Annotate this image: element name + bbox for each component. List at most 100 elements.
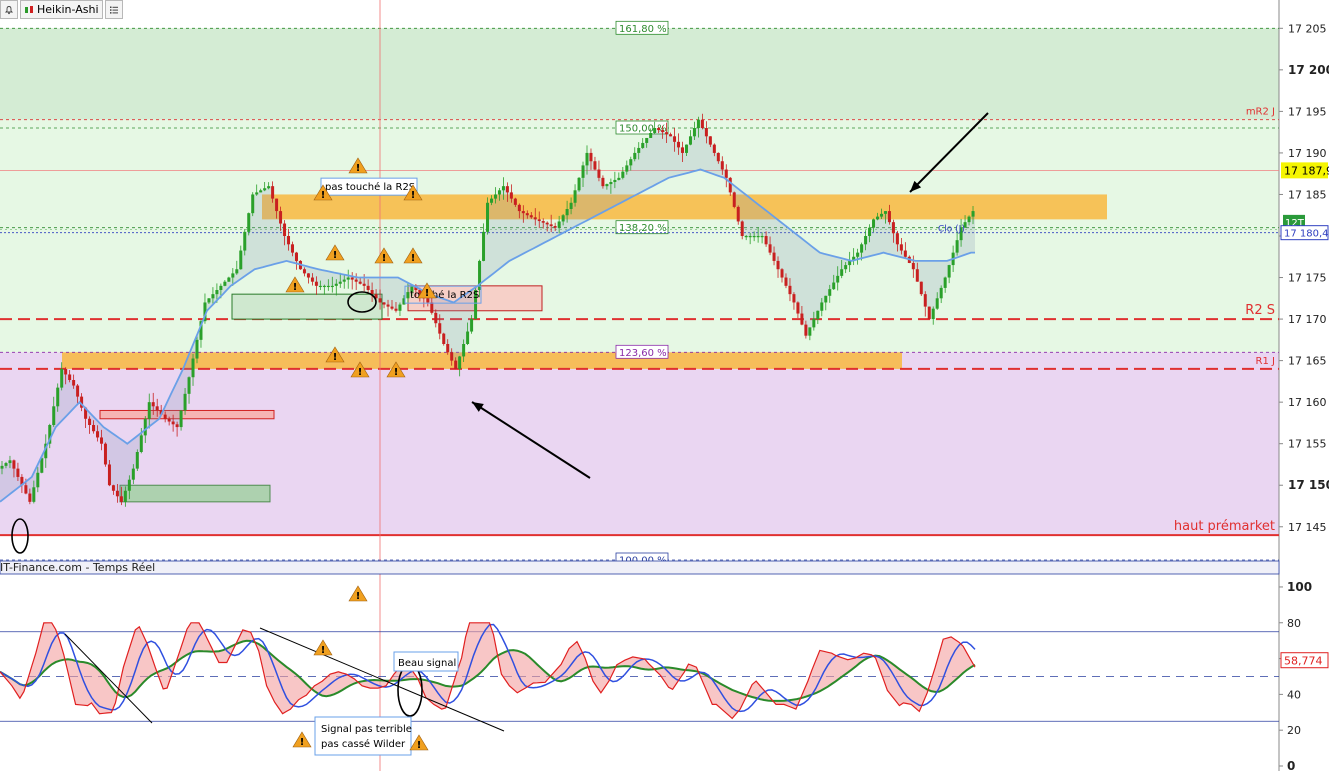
zone-rect-green	[231, 293, 383, 320]
candle-body	[438, 323, 442, 334]
osc-tick-label: 80	[1287, 617, 1301, 630]
candle-body	[442, 333, 446, 344]
candle-body	[720, 161, 724, 170]
candle-body	[227, 277, 231, 282]
chart-type-button[interactable]: Heikin-Ashi	[20, 0, 103, 19]
candle-body	[915, 269, 919, 282]
candle-body	[163, 414, 167, 419]
fib-label: 138,20 %	[619, 223, 667, 234]
zone-upper	[0, 28, 1279, 120]
candle-body	[800, 313, 804, 325]
candle-body	[529, 215, 533, 218]
candle-body	[386, 304, 390, 307]
candle-body	[585, 152, 589, 166]
candle-body	[318, 285, 322, 288]
annotation-text: pas touché la R2S	[325, 181, 415, 193]
candle-body	[123, 490, 127, 502]
candle-body	[891, 222, 895, 234]
candle-body	[171, 421, 175, 425]
candle-body	[4, 463, 8, 466]
y-tick-label: 17 150	[1288, 478, 1329, 492]
y-tick-label: 17 165	[1288, 355, 1327, 368]
candle-body	[653, 128, 657, 133]
candle-body	[103, 443, 107, 465]
candle-body	[569, 202, 573, 209]
candle-body	[68, 374, 72, 380]
candle-body	[744, 236, 748, 238]
candle-body	[816, 310, 820, 320]
candle-body	[350, 277, 354, 280]
candle-body	[330, 285, 334, 288]
candle-body	[784, 277, 788, 286]
candle-icon	[25, 5, 33, 13]
candle-body	[302, 269, 306, 274]
candle-body	[887, 211, 891, 223]
candle-body	[430, 302, 434, 313]
candle-body	[776, 260, 780, 270]
warning-mark: !	[321, 190, 326, 201]
candle-body	[96, 431, 100, 438]
y-tick-label: 17 185	[1288, 188, 1327, 201]
osc-tick-label: 100	[1287, 580, 1312, 594]
candle-body	[151, 402, 155, 407]
candle-body	[856, 252, 860, 257]
candle-body	[947, 265, 951, 278]
candle-body	[716, 152, 720, 162]
candle-body	[832, 282, 836, 290]
candle-body	[796, 302, 800, 314]
candle-body	[16, 468, 20, 477]
candle-body	[804, 324, 808, 336]
warning-icon: !	[292, 731, 312, 748]
candle-body	[971, 211, 975, 217]
candle-body	[967, 216, 971, 223]
candle-body	[684, 144, 688, 153]
candle-body	[927, 306, 931, 320]
candle-body	[609, 182, 613, 185]
annotation-text: Beau signal	[398, 658, 456, 669]
warning-mark: !	[411, 190, 416, 201]
candle-body	[732, 192, 736, 207]
candle-body	[489, 198, 493, 203]
candle-body	[581, 165, 585, 178]
candle-body	[127, 479, 131, 491]
candle-body	[513, 198, 517, 205]
candle-body	[239, 250, 243, 270]
candle-body	[593, 161, 597, 170]
candle-body	[605, 184, 609, 187]
candle-body	[577, 177, 581, 191]
candle-body	[251, 194, 255, 214]
candle-body	[64, 368, 68, 375]
candle-body	[521, 211, 525, 214]
candle-body	[179, 410, 183, 428]
candle-body	[88, 418, 92, 425]
candle-body	[493, 194, 497, 199]
candle-body	[207, 298, 211, 303]
warning-mark: !	[425, 288, 430, 299]
candle-body	[661, 130, 665, 133]
candle-body	[362, 283, 366, 286]
candle-body	[840, 269, 844, 276]
candle-body	[211, 294, 215, 299]
candle-body	[32, 487, 36, 502]
candle-body	[147, 402, 151, 419]
chart-svg[interactable]: 17 20517 20017 19517 19017 18517 18017 1…	[0, 0, 1329, 773]
candle-body	[895, 233, 899, 245]
candle-body	[533, 217, 537, 220]
candle-body	[545, 222, 549, 225]
candle-body	[143, 418, 147, 436]
candle-body	[736, 206, 740, 222]
candle-body	[597, 169, 601, 178]
annotation-text: pas cassé Wilder	[321, 738, 406, 750]
resistance-band	[262, 194, 1107, 220]
clo-label: 17 180,4	[1284, 229, 1329, 240]
candle-body	[279, 211, 283, 224]
candle-body	[76, 385, 80, 397]
list-button[interactable]	[104, 0, 123, 19]
candle-body	[824, 295, 828, 303]
chart-stage[interactable]: 17 20517 20017 19517 19017 18517 18017 1…	[0, 0, 1329, 773]
candle-body	[565, 209, 569, 216]
osc-fill-area	[0, 622, 975, 719]
alert-button[interactable]	[0, 0, 18, 19]
candle-body	[378, 298, 382, 303]
candle-body	[191, 358, 195, 378]
